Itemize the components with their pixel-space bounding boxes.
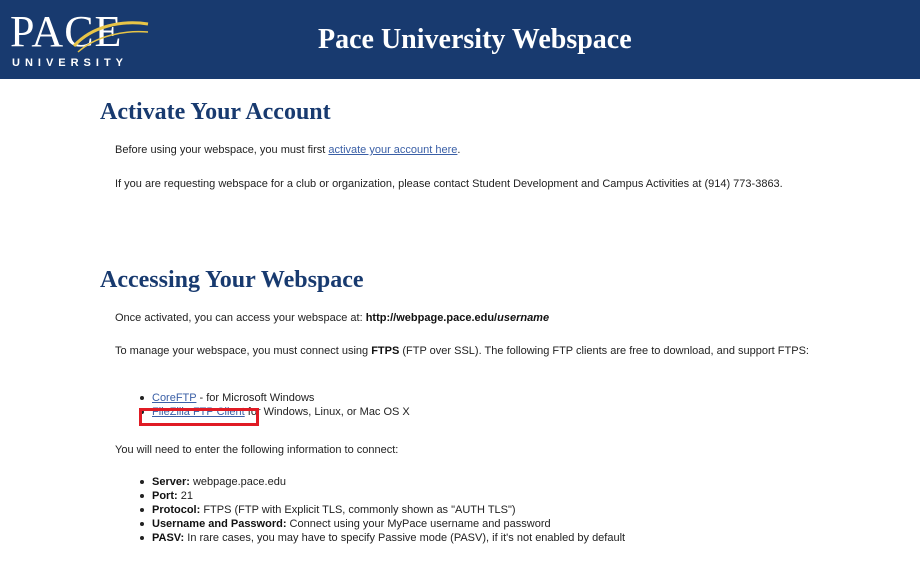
port-value: 21 <box>177 490 193 502</box>
accessing-paragraph-2: To manage your webspace, you must connec… <box>115 344 815 359</box>
list-item-pasv: PASV: In rare cases, you may have to spe… <box>140 531 625 545</box>
ftps-text-before: To manage your webspace, you must connec… <box>115 345 372 357</box>
credentials-label: Username and Password: <box>152 518 287 530</box>
ftps-bold: FTPS <box>371 345 400 357</box>
coreftp-link[interactable]: CoreFTP <box>152 392 196 404</box>
activate-paragraph-2: If you are requesting webspace for a clu… <box>115 178 783 190</box>
protocol-label: Protocol: <box>152 504 201 516</box>
list-item-coreftp: CoreFTP - for Microsoft Windows <box>140 391 410 405</box>
ftps-text-after: (FTP over SSL). The following FTP client… <box>399 345 809 357</box>
protocol-value: FTPS (FTP with Explicit TLS, commonly sh… <box>200 504 516 516</box>
list-item-server: Server: webpage.pace.edu <box>140 475 625 489</box>
activate-account-link[interactable]: activate your account here <box>328 144 457 156</box>
pasv-label: PASV: <box>152 532 185 544</box>
logo-swoosh-icon <box>72 21 149 53</box>
pasv-value: In rare cases, you may have to specify P… <box>184 532 626 544</box>
webspace-url: http://webpage.pace.edu/username <box>366 312 549 324</box>
filezilla-highlight-box <box>139 408 259 426</box>
filezilla-desc: for Windows, Linux, or Mac OS X <box>244 406 410 418</box>
list-item-protocol: Protocol: FTPS (FTP with Explicit TLS, c… <box>140 503 625 517</box>
pace-logo[interactable]: PACE UNIVERSITY <box>10 6 150 72</box>
site-title: Pace University Webspace <box>318 24 632 55</box>
server-label: Server: <box>152 476 190 488</box>
activate-paragraph-1: Before using your webspace, you must fir… <box>115 143 835 158</box>
coreftp-desc: - for Microsoft Windows <box>196 392 315 404</box>
webspace-url-username: username <box>497 312 550 324</box>
connection-info-list: Server: webpage.pace.edu Port: 21 Protoc… <box>140 475 625 545</box>
activate-heading: Activate Your Account <box>100 99 331 125</box>
accessing-heading: Accessing Your Webspace <box>100 267 364 293</box>
accessing-paragraph-3: You will need to enter the following inf… <box>115 444 399 456</box>
server-value: webpage.pace.edu <box>189 476 286 488</box>
access-text-before: Once activated, you can access your webs… <box>115 312 366 324</box>
site-header: PACE UNIVERSITY Pace University Webspace <box>0 0 920 79</box>
credentials-value: Connect using your MyPace username and p… <box>286 518 551 530</box>
accessing-paragraph-1: Once activated, you can access your webs… <box>115 311 835 326</box>
port-label: Port: <box>152 490 178 502</box>
activate-text-before: Before using your webspace, you must fir… <box>115 144 329 156</box>
list-item-credentials: Username and Password: Connect using you… <box>140 517 625 531</box>
activate-text-after: . <box>457 144 461 156</box>
logo-subtitle: UNIVERSITY <box>12 57 129 69</box>
webspace-url-base: http://webpage.pace.edu/ <box>365 312 498 324</box>
list-item-port: Port: 21 <box>140 489 625 503</box>
